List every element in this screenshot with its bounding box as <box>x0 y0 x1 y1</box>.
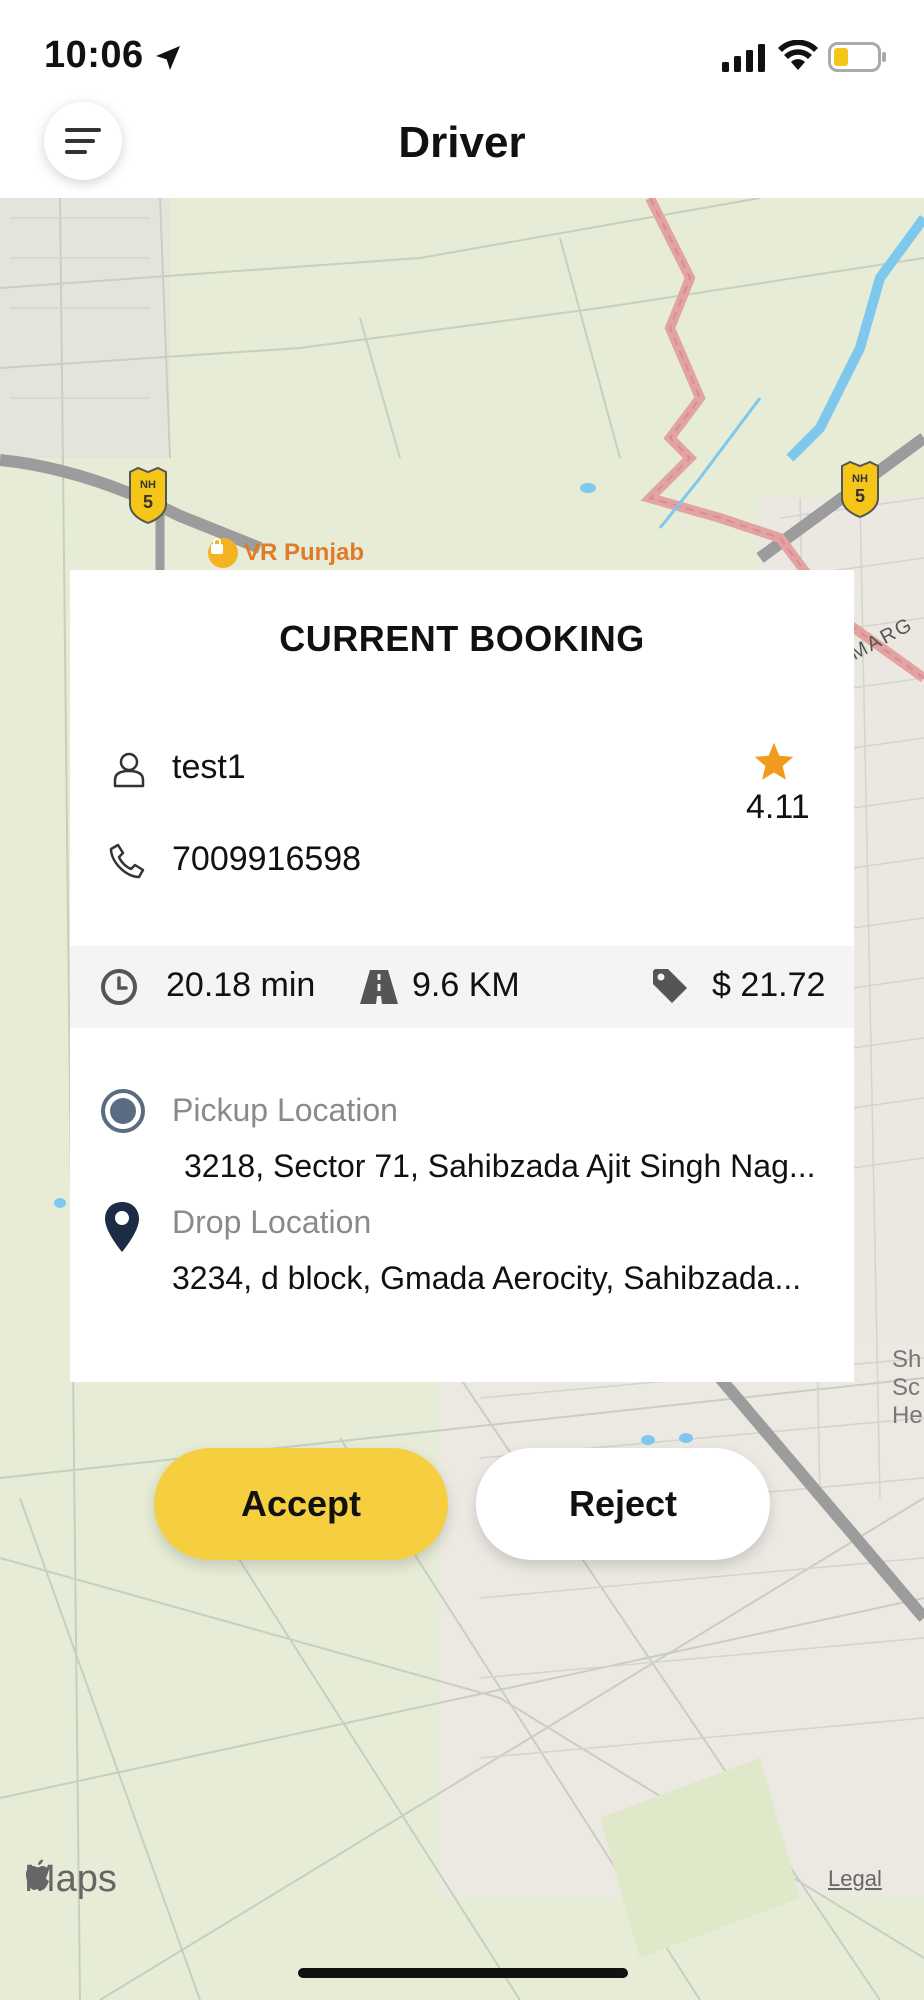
trip-fare: $ 21.72 <box>712 966 826 1004</box>
highway-shield-number: 5 <box>143 492 153 512</box>
wifi-icon <box>778 40 818 70</box>
highway-shield-icon: NH 5 <box>129 466 167 524</box>
rider-rating: 4.11 <box>746 788 810 826</box>
pickup-label: Pickup Location <box>172 1092 398 1128</box>
home-indicator[interactable] <box>298 1968 628 1978</box>
map-edge-label-line: He <box>892 1402 923 1429</box>
rider-phone[interactable]: 7009916598 <box>172 840 361 879</box>
current-booking-card: CURRENT BOOKING test1 4.11 7009916598 20… <box>70 570 854 1382</box>
map-poi[interactable]: VR Punjab <box>208 538 364 568</box>
trip-duration: 20.18 min <box>166 966 316 1004</box>
page-title: Driver <box>398 118 526 167</box>
booking-title: CURRENT BOOKING <box>279 618 645 659</box>
trip-distance: 9.6 KM <box>412 966 520 1004</box>
highway-shield-icon: NH 5 <box>841 460 879 518</box>
road-icon <box>360 970 398 1004</box>
battery-icon <box>828 42 886 72</box>
status-time: 10:06 <box>44 34 144 76</box>
pickup-address: 3218, Sector 71, Sahibzada Ajit Singh Na… <box>184 1148 816 1184</box>
legal-link[interactable]: Legal <box>828 1866 882 1892</box>
map-edge-label: Sh Sc He <box>892 1346 923 1430</box>
trip-stats-row: 20.18 min 9.6 KM $ 21.72 <box>70 946 854 1028</box>
highway-shield-top: NH <box>140 479 156 491</box>
map-poi-label: VR Punjab <box>244 539 365 566</box>
phone-icon[interactable] <box>108 842 146 880</box>
highway-shield-number: 5 <box>855 486 865 506</box>
clock-icon <box>101 969 137 1005</box>
apple-logo-icon <box>26 1859 49 1890</box>
map-edge-label-line: Sc <box>892 1374 921 1401</box>
nav-bar: Driver <box>0 100 924 198</box>
maps-attribution: Maps <box>24 1858 117 1901</box>
accept-button[interactable]: Accept <box>154 1448 448 1560</box>
star-icon <box>754 742 794 780</box>
drop-pin-icon <box>105 1202 139 1252</box>
pickup-location-icon <box>101 1089 145 1133</box>
reject-button[interactable]: Reject <box>476 1448 770 1560</box>
drop-address: 3234, d block, Gmada Aerocity, Sahibzada… <box>172 1260 802 1296</box>
signal-icon <box>722 44 765 72</box>
highway-shield-top: NH <box>852 473 868 485</box>
status-bar: 10:06 <box>0 0 924 100</box>
rider-name: test1 <box>172 748 246 786</box>
price-tag-icon <box>653 969 687 1003</box>
shopping-bag-icon <box>208 538 238 568</box>
user-icon <box>113 752 145 788</box>
location-arrow-icon <box>156 46 180 70</box>
drop-label: Drop Location <box>172 1204 372 1240</box>
map-edge-label-line: Sh <box>892 1346 922 1373</box>
